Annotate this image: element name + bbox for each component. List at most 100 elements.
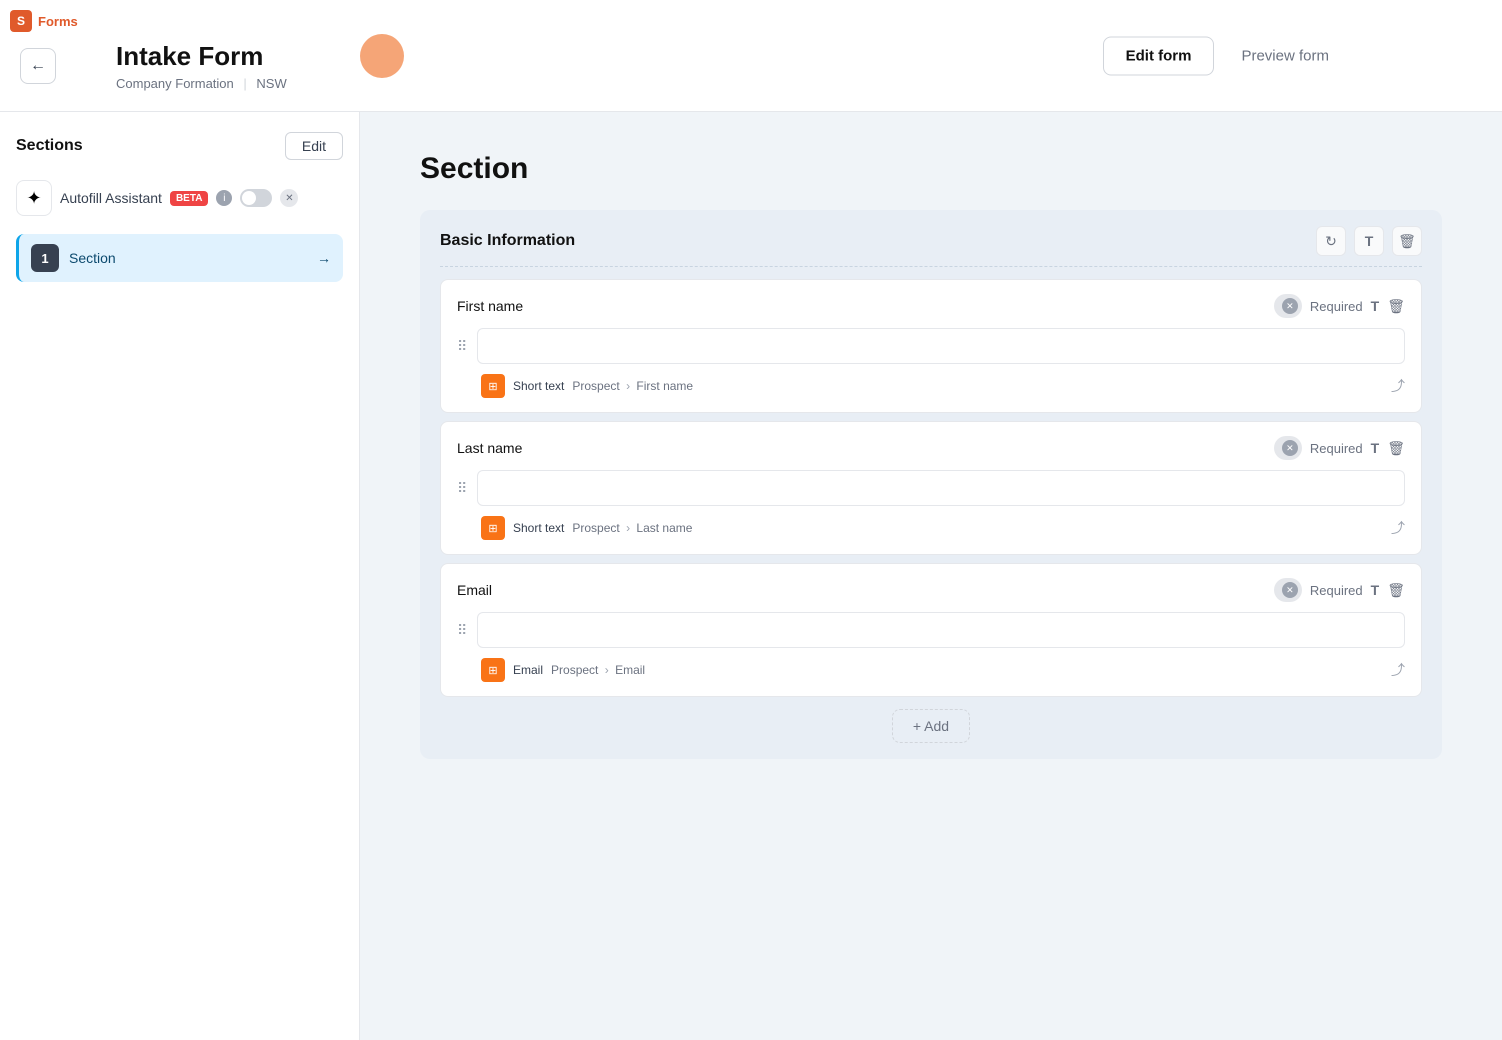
meta-path-email: Prospect › Email	[551, 663, 645, 677]
section-number: 1	[31, 244, 59, 272]
section-name-label: Section	[69, 250, 307, 266]
avatar	[360, 34, 404, 78]
subsection-title: Basic Information	[440, 232, 575, 250]
autofill-row: ✦ Autofill Assistant BETA i ✕	[16, 178, 343, 218]
sections-label: Sections	[16, 137, 83, 155]
meta-path-last-name: Prospect › Last name	[572, 521, 692, 535]
meta-source-email: Prospect	[551, 663, 598, 677]
delete-icon-email[interactable]: 🗑	[1387, 582, 1405, 599]
subsection-text-icon[interactable]: T	[1354, 226, 1384, 256]
field-card-last-name: Last name ✕ Required T 🗑 ⠿ ⊞	[440, 421, 1422, 555]
subsection-basic-info: Basic Information ↻ T 🗑 First name ✕ Req…	[420, 210, 1442, 759]
app-name: Forms	[38, 14, 78, 29]
required-toggle-email[interactable]: ✕	[1274, 578, 1302, 602]
app-logo: S Forms	[10, 10, 78, 32]
field-meta-last-name: ⊞ Short text Prospect › Last name ⤴	[457, 516, 1405, 540]
autofill-label: Autofill Assistant	[60, 190, 162, 206]
drag-handle-first-name[interactable]: ⠿	[457, 338, 467, 355]
text-format-icon-email[interactable]: T	[1371, 582, 1380, 598]
meta-type-first-name: Short text	[513, 379, 564, 393]
drag-handle-email[interactable]: ⠿	[457, 622, 467, 639]
form-title: Intake Form	[116, 41, 287, 72]
subtitle-company: Company Formation	[116, 76, 234, 91]
field-top-last-name: Last name ✕ Required T 🗑	[457, 436, 1405, 460]
logo-icon: S	[10, 10, 32, 32]
first-name-input[interactable]	[477, 328, 1405, 364]
subsection-refresh-icon[interactable]: ↻	[1316, 226, 1346, 256]
field-input-row-last-name: ⠿	[457, 470, 1405, 506]
meta-path-first-name: Prospect › First name	[572, 379, 693, 393]
field-card-email: Email ✕ Required T 🗑 ⠿ ⊞	[440, 563, 1422, 697]
sidebar-edit-button[interactable]: Edit	[285, 132, 343, 160]
beta-badge: BETA	[170, 191, 208, 206]
meta-field-last-name: Last name	[636, 521, 692, 535]
title-group: Intake Form Company Formation | NSW	[116, 41, 287, 91]
subsection-delete-icon[interactable]: 🗑	[1392, 226, 1422, 256]
add-button-row: + Add	[440, 709, 1422, 743]
field-label-email: Email	[457, 582, 492, 598]
meta-icon-first-name: ⊞	[481, 374, 505, 398]
required-toggle-first-name[interactable]: ✕	[1274, 294, 1302, 318]
link-icon-last-name[interactable]: ⤴	[1391, 518, 1405, 538]
delete-icon-last-name[interactable]: 🗑	[1387, 440, 1405, 457]
content-area: Section Basic Information ↻ T 🗑 First na…	[360, 112, 1502, 1040]
text-format-icon-first-name[interactable]: T	[1371, 298, 1380, 314]
field-controls-first-name: ✕ Required T 🗑	[1274, 294, 1405, 318]
path-chevron-email: ›	[605, 663, 612, 677]
path-chevron-first-name: ›	[626, 379, 633, 393]
link-icon-email[interactable]: ⤴	[1391, 660, 1405, 680]
subsection-header: Basic Information ↻ T 🗑	[440, 226, 1422, 267]
section-arrow-icon: →	[317, 250, 331, 266]
text-format-icon-last-name[interactable]: T	[1371, 440, 1380, 456]
meta-icon-email: ⊞	[481, 658, 505, 682]
last-name-input[interactable]	[477, 470, 1405, 506]
separator: |	[243, 76, 246, 91]
field-controls-last-name: ✕ Required T 🗑	[1274, 436, 1405, 460]
field-input-row-email: ⠿	[457, 612, 1405, 648]
meta-source-first-name: Prospect	[572, 379, 619, 393]
meta-icon-last-name: ⊞	[481, 516, 505, 540]
preview-form-button[interactable]: Preview form	[1218, 36, 1352, 75]
link-icon-first-name[interactable]: ⤴	[1391, 376, 1405, 396]
delete-icon-first-name[interactable]: 🗑	[1387, 298, 1405, 315]
autofill-icon: ✦	[16, 180, 52, 216]
toggle-x-email[interactable]: ✕	[1282, 582, 1298, 598]
field-label-first-name: First name	[457, 298, 523, 314]
meta-field-email: Email	[615, 663, 645, 677]
info-icon[interactable]: i	[216, 190, 232, 206]
field-controls-email: ✕ Required T 🗑	[1274, 578, 1405, 602]
required-label-first-name: Required	[1310, 299, 1363, 314]
sidebar-header: Sections Edit	[16, 132, 343, 160]
field-input-row-first-name: ⠿	[457, 328, 1405, 364]
edit-form-button[interactable]: Edit form	[1103, 36, 1215, 75]
toggle-x-last-name[interactable]: ✕	[1282, 440, 1298, 456]
subsection-actions: ↻ T 🗑	[1316, 226, 1422, 256]
autofill-toggle[interactable]	[240, 189, 272, 207]
field-top-email: Email ✕ Required T 🗑	[457, 578, 1405, 602]
page-title: Section	[420, 152, 1442, 186]
toggle-x-first-name[interactable]: ✕	[1282, 298, 1298, 314]
path-chevron-last-name: ›	[626, 521, 633, 535]
back-button[interactable]: ←	[20, 48, 56, 84]
meta-source-last-name: Prospect	[572, 521, 619, 535]
email-input[interactable]	[477, 612, 1405, 648]
field-meta-first-name: ⊞ Short text Prospect › First name ⤴	[457, 374, 1405, 398]
drag-handle-last-name[interactable]: ⠿	[457, 480, 467, 497]
field-top-first-name: First name ✕ Required T 🗑	[457, 294, 1405, 318]
field-card-first-name: First name ✕ Required T 🗑 ⠿ ⊞	[440, 279, 1422, 413]
top-right-buttons: Edit form Preview form	[1103, 36, 1352, 75]
required-label-email: Required	[1310, 583, 1363, 598]
sidebar-item-section[interactable]: 1 Section →	[16, 234, 343, 282]
sidebar: Sections Edit ✦ Autofill Assistant BETA …	[0, 112, 360, 1040]
add-field-button[interactable]: + Add	[892, 709, 970, 743]
meta-type-email: Email	[513, 663, 543, 677]
meta-field-first-name: First name	[636, 379, 693, 393]
field-meta-email: ⊞ Email Prospect › Email ⤴	[457, 658, 1405, 682]
field-label-last-name: Last name	[457, 440, 522, 456]
top-bar: S Forms ← Intake Form Company Formation …	[0, 0, 1502, 112]
main-layout: Sections Edit ✦ Autofill Assistant BETA …	[0, 112, 1502, 1040]
meta-type-last-name: Short text	[513, 521, 564, 535]
required-label-last-name: Required	[1310, 441, 1363, 456]
required-toggle-last-name[interactable]: ✕	[1274, 436, 1302, 460]
autofill-close[interactable]: ✕	[280, 189, 298, 207]
